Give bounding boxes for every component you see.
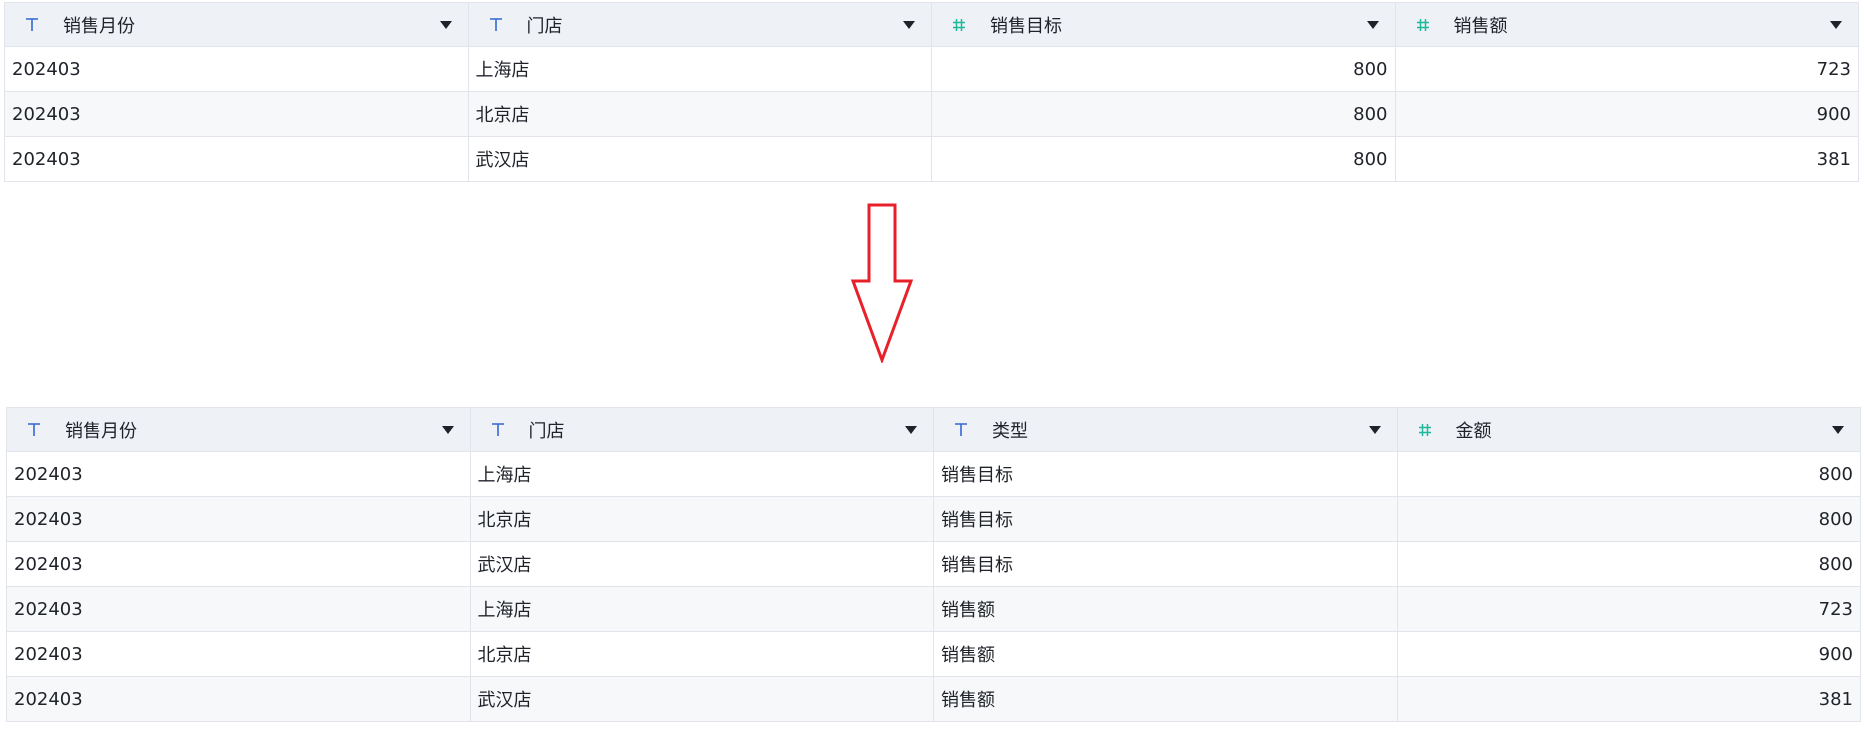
number-type-icon	[1414, 419, 1436, 441]
table-row: 202403 上海店 销售目标 800	[6, 451, 1861, 497]
text-type-icon	[21, 14, 43, 36]
table-cell[interactable]: 202403	[6, 451, 471, 497]
result-column-header-store[interactable]: 门店	[469, 407, 934, 452]
source-column-header-month[interactable]: 销售月份	[4, 2, 469, 47]
table-row: 202403 上海店 销售额 723	[6, 586, 1861, 632]
column-header-label: 销售额	[1453, 15, 1508, 37]
result-column-header-month[interactable]: 销售月份	[6, 407, 471, 452]
table-row: 202403 武汉店 800 381	[4, 136, 1859, 182]
table-cell[interactable]: 900	[1394, 91, 1859, 137]
table-cell[interactable]: 800	[931, 91, 1396, 137]
table-cell[interactable]: 381	[1396, 676, 1861, 722]
dropdown-caret-icon[interactable]	[1368, 425, 1381, 434]
table-cell[interactable]: 202403	[4, 136, 469, 182]
text-type-icon	[487, 419, 509, 441]
table-cell[interactable]: 武汉店	[469, 541, 934, 587]
text-type-icon	[485, 14, 507, 36]
number-type-icon	[1412, 14, 1434, 36]
dropdown-caret-icon[interactable]	[1832, 425, 1844, 434]
table-cell[interactable]: 销售目标	[933, 496, 1398, 542]
source-column-header-store[interactable]: 门店	[467, 2, 932, 47]
table-cell[interactable]: 723	[1394, 46, 1859, 92]
table-cell[interactable]: 202403	[4, 91, 469, 137]
table-row: 202403 北京店 800 900	[4, 91, 1859, 137]
column-header-label: 门店	[528, 420, 565, 442]
column-header-label: 金额	[1455, 420, 1492, 442]
source-column-header-target[interactable]: 销售目标	[931, 2, 1396, 47]
number-type-icon	[948, 14, 970, 36]
down-arrow-icon	[850, 203, 914, 363]
table-cell[interactable]: 800	[931, 46, 1396, 92]
table-cell[interactable]: 800	[1396, 451, 1861, 497]
dropdown-caret-icon[interactable]	[1366, 20, 1379, 29]
table-cell[interactable]: 销售额	[933, 631, 1398, 677]
table-cell[interactable]: 北京店	[469, 631, 934, 677]
source-table: 销售月份 门店 销售目标 销售额 202403 上海店 800 723 2024…	[4, 2, 1859, 182]
table-cell[interactable]: 销售额	[933, 586, 1398, 632]
table-cell[interactable]: 381	[1394, 136, 1859, 182]
result-column-header-type[interactable]: 类型	[933, 407, 1398, 452]
table-row: 202403 武汉店 销售额 381	[6, 676, 1861, 722]
source-table-header-row: 销售月份 门店 销售目标 销售额	[4, 2, 1859, 47]
result-table: 销售月份 门店 类型 金额 202403 上海店 销售目标 800 202403…	[6, 407, 1861, 722]
table-cell[interactable]: 800	[1396, 541, 1861, 587]
text-type-icon	[950, 419, 972, 441]
table-cell[interactable]: 武汉店	[467, 136, 932, 182]
table-cell[interactable]: 202403	[6, 496, 471, 542]
table-row: 202403 武汉店 销售目标 800	[6, 541, 1861, 587]
table-cell[interactable]: 800	[931, 136, 1396, 182]
table-cell[interactable]: 销售目标	[933, 541, 1398, 587]
dropdown-caret-icon[interactable]	[1830, 20, 1842, 29]
dropdown-caret-icon[interactable]	[905, 425, 917, 434]
column-header-label: 门店	[526, 15, 563, 37]
table-row: 202403 北京店 销售额 900	[6, 631, 1861, 677]
table-cell[interactable]: 202403	[6, 586, 471, 632]
table-cell[interactable]: 销售目标	[933, 451, 1398, 497]
table-cell[interactable]: 202403	[4, 46, 469, 92]
column-header-label: 销售月份	[63, 15, 135, 37]
table-cell[interactable]: 销售额	[933, 676, 1398, 722]
table-cell[interactable]: 202403	[6, 541, 471, 587]
column-header-label: 销售目标	[990, 15, 1062, 37]
table-row: 202403 上海店 800 723	[4, 46, 1859, 92]
table-cell[interactable]: 800	[1396, 496, 1861, 542]
dropdown-caret-icon[interactable]	[441, 425, 454, 434]
result-table-header-row: 销售月份 门店 类型 金额	[6, 407, 1861, 452]
table-cell[interactable]: 上海店	[469, 586, 934, 632]
source-column-header-sales[interactable]: 销售额	[1394, 2, 1859, 47]
table-cell[interactable]: 北京店	[469, 496, 934, 542]
table-cell[interactable]: 上海店	[467, 46, 932, 92]
result-column-header-amount[interactable]: 金额	[1396, 407, 1861, 452]
table-row: 202403 北京店 销售目标 800	[6, 496, 1861, 542]
text-type-icon	[23, 419, 45, 441]
table-cell[interactable]: 900	[1396, 631, 1861, 677]
dropdown-caret-icon[interactable]	[439, 20, 452, 29]
table-cell[interactable]: 723	[1396, 586, 1861, 632]
table-cell[interactable]: 202403	[6, 676, 471, 722]
table-cell[interactable]: 202403	[6, 631, 471, 677]
column-header-label: 销售月份	[65, 420, 137, 442]
table-cell[interactable]: 北京店	[467, 91, 932, 137]
table-cell[interactable]: 武汉店	[469, 676, 934, 722]
dropdown-caret-icon[interactable]	[903, 20, 915, 29]
column-header-label: 类型	[992, 420, 1028, 442]
table-cell[interactable]: 上海店	[469, 451, 934, 497]
